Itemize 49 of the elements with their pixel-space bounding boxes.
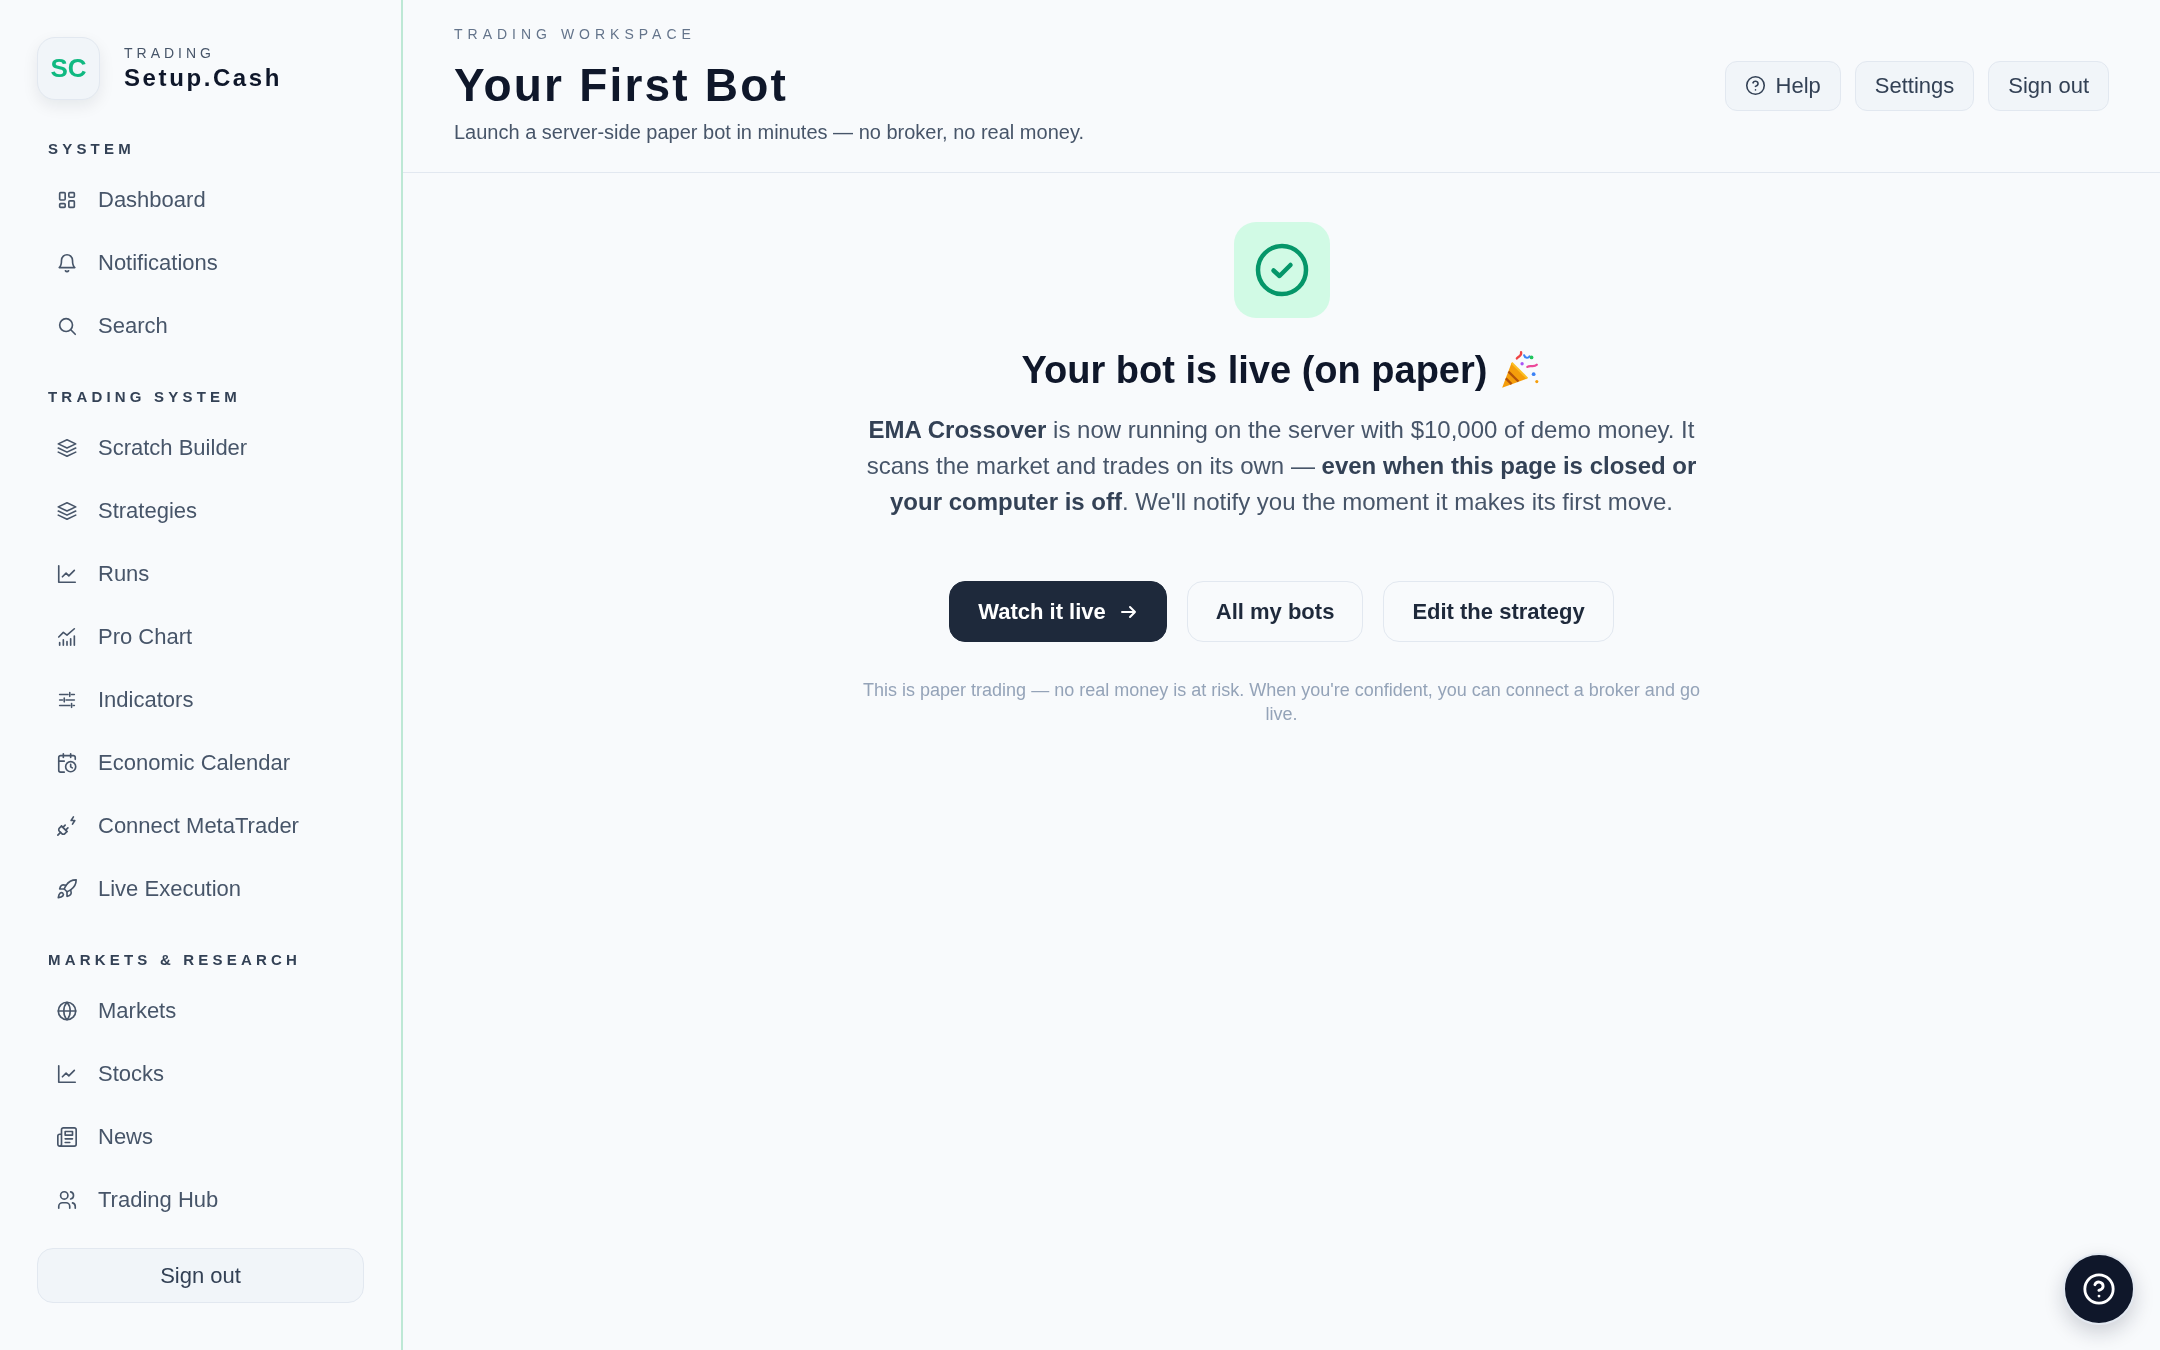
action-button[interactable]: Edit the strategy: [1383, 581, 1614, 642]
nav-item[interactable]: Economic Calendar: [37, 731, 364, 794]
help-icon: [2082, 1272, 2116, 1306]
users-icon: [56, 1188, 78, 1211]
page-title: Your First Bot: [454, 58, 790, 113]
nav-item[interactable]: Indicators: [37, 668, 364, 731]
help-button[interactable]: Help: [1724, 60, 1841, 111]
nav-item[interactable]: News: [37, 1105, 364, 1168]
nav-item[interactable]: Pro Chart: [37, 605, 364, 668]
sign-out-button[interactable]: Sign out: [1988, 60, 2109, 111]
bar-chart-icon: [56, 625, 78, 648]
line-chart-icon: [56, 1062, 78, 1085]
nav-item[interactable]: Live Execution: [37, 857, 364, 920]
newspaper-icon: [56, 1125, 78, 1148]
section-title: SYSTEM: [47, 139, 136, 159]
layers-icon: [56, 436, 78, 459]
settings-button[interactable]: Settings: [1854, 60, 1975, 111]
calendar-clock-icon: [56, 751, 78, 774]
nav-item[interactable]: Search: [37, 294, 364, 357]
plug-icon: [56, 814, 78, 837]
help-button[interactable]: [2063, 1253, 2135, 1325]
nav-item[interactable]: Stocks: [37, 1042, 364, 1105]
nav-item[interactable]: Connect MetaTrader: [37, 794, 364, 857]
help-icon: [1744, 75, 1766, 96]
rocket-icon: [56, 877, 78, 900]
nav-item[interactable]: Trading Hub: [37, 1168, 364, 1231]
nav-item[interactable]: Dashboard: [37, 168, 364, 231]
brand-name: Setup.Cash: [124, 64, 283, 92]
globe-icon: [56, 999, 78, 1022]
logo-tile: SC: [37, 37, 100, 100]
nav-item[interactable]: Notifications: [37, 231, 364, 294]
layers-icon: [56, 499, 78, 522]
nav-item[interactable]: Markets: [37, 979, 364, 1042]
nav-item[interactable]: Scratch Builder: [37, 416, 364, 479]
watch-live-button[interactable]: Watch it live: [949, 581, 1167, 642]
success-heading: Your bot is live (on paper): [1021, 348, 1488, 393]
nav-item[interactable]: Runs: [37, 542, 364, 605]
nav-item[interactable]: Strategies: [37, 479, 364, 542]
brand-caption: TRADING: [124, 45, 216, 61]
line-chart-icon: [56, 562, 78, 585]
sign-out-button[interactable]: Sign out: [37, 1248, 364, 1303]
section-title: MARKETS & RESEARCH: [47, 950, 303, 970]
page-subtitle: Launch a server-side paper bot in minutes — no broker, no real money.: [454, 120, 1084, 145]
confirmation-message: EMA Crossover is now running on the server with $10,000 of demo money. It scans the market and trades on its own — even when this page is closed or your computer is off. We'll notify you the moment it makes its first move.: [865, 415, 1698, 517]
action-button[interactable]: All my bots: [1186, 581, 1364, 642]
eyebrow-text: TRADING WORKSPACE: [454, 25, 697, 43]
disclaimer-note: This is paper trading — no real money is at risk. When you're confident, you can connect a broker and go live.: [862, 679, 1701, 726]
bell-icon: [56, 251, 78, 274]
section-title: TRADING SYSTEM: [47, 387, 242, 407]
